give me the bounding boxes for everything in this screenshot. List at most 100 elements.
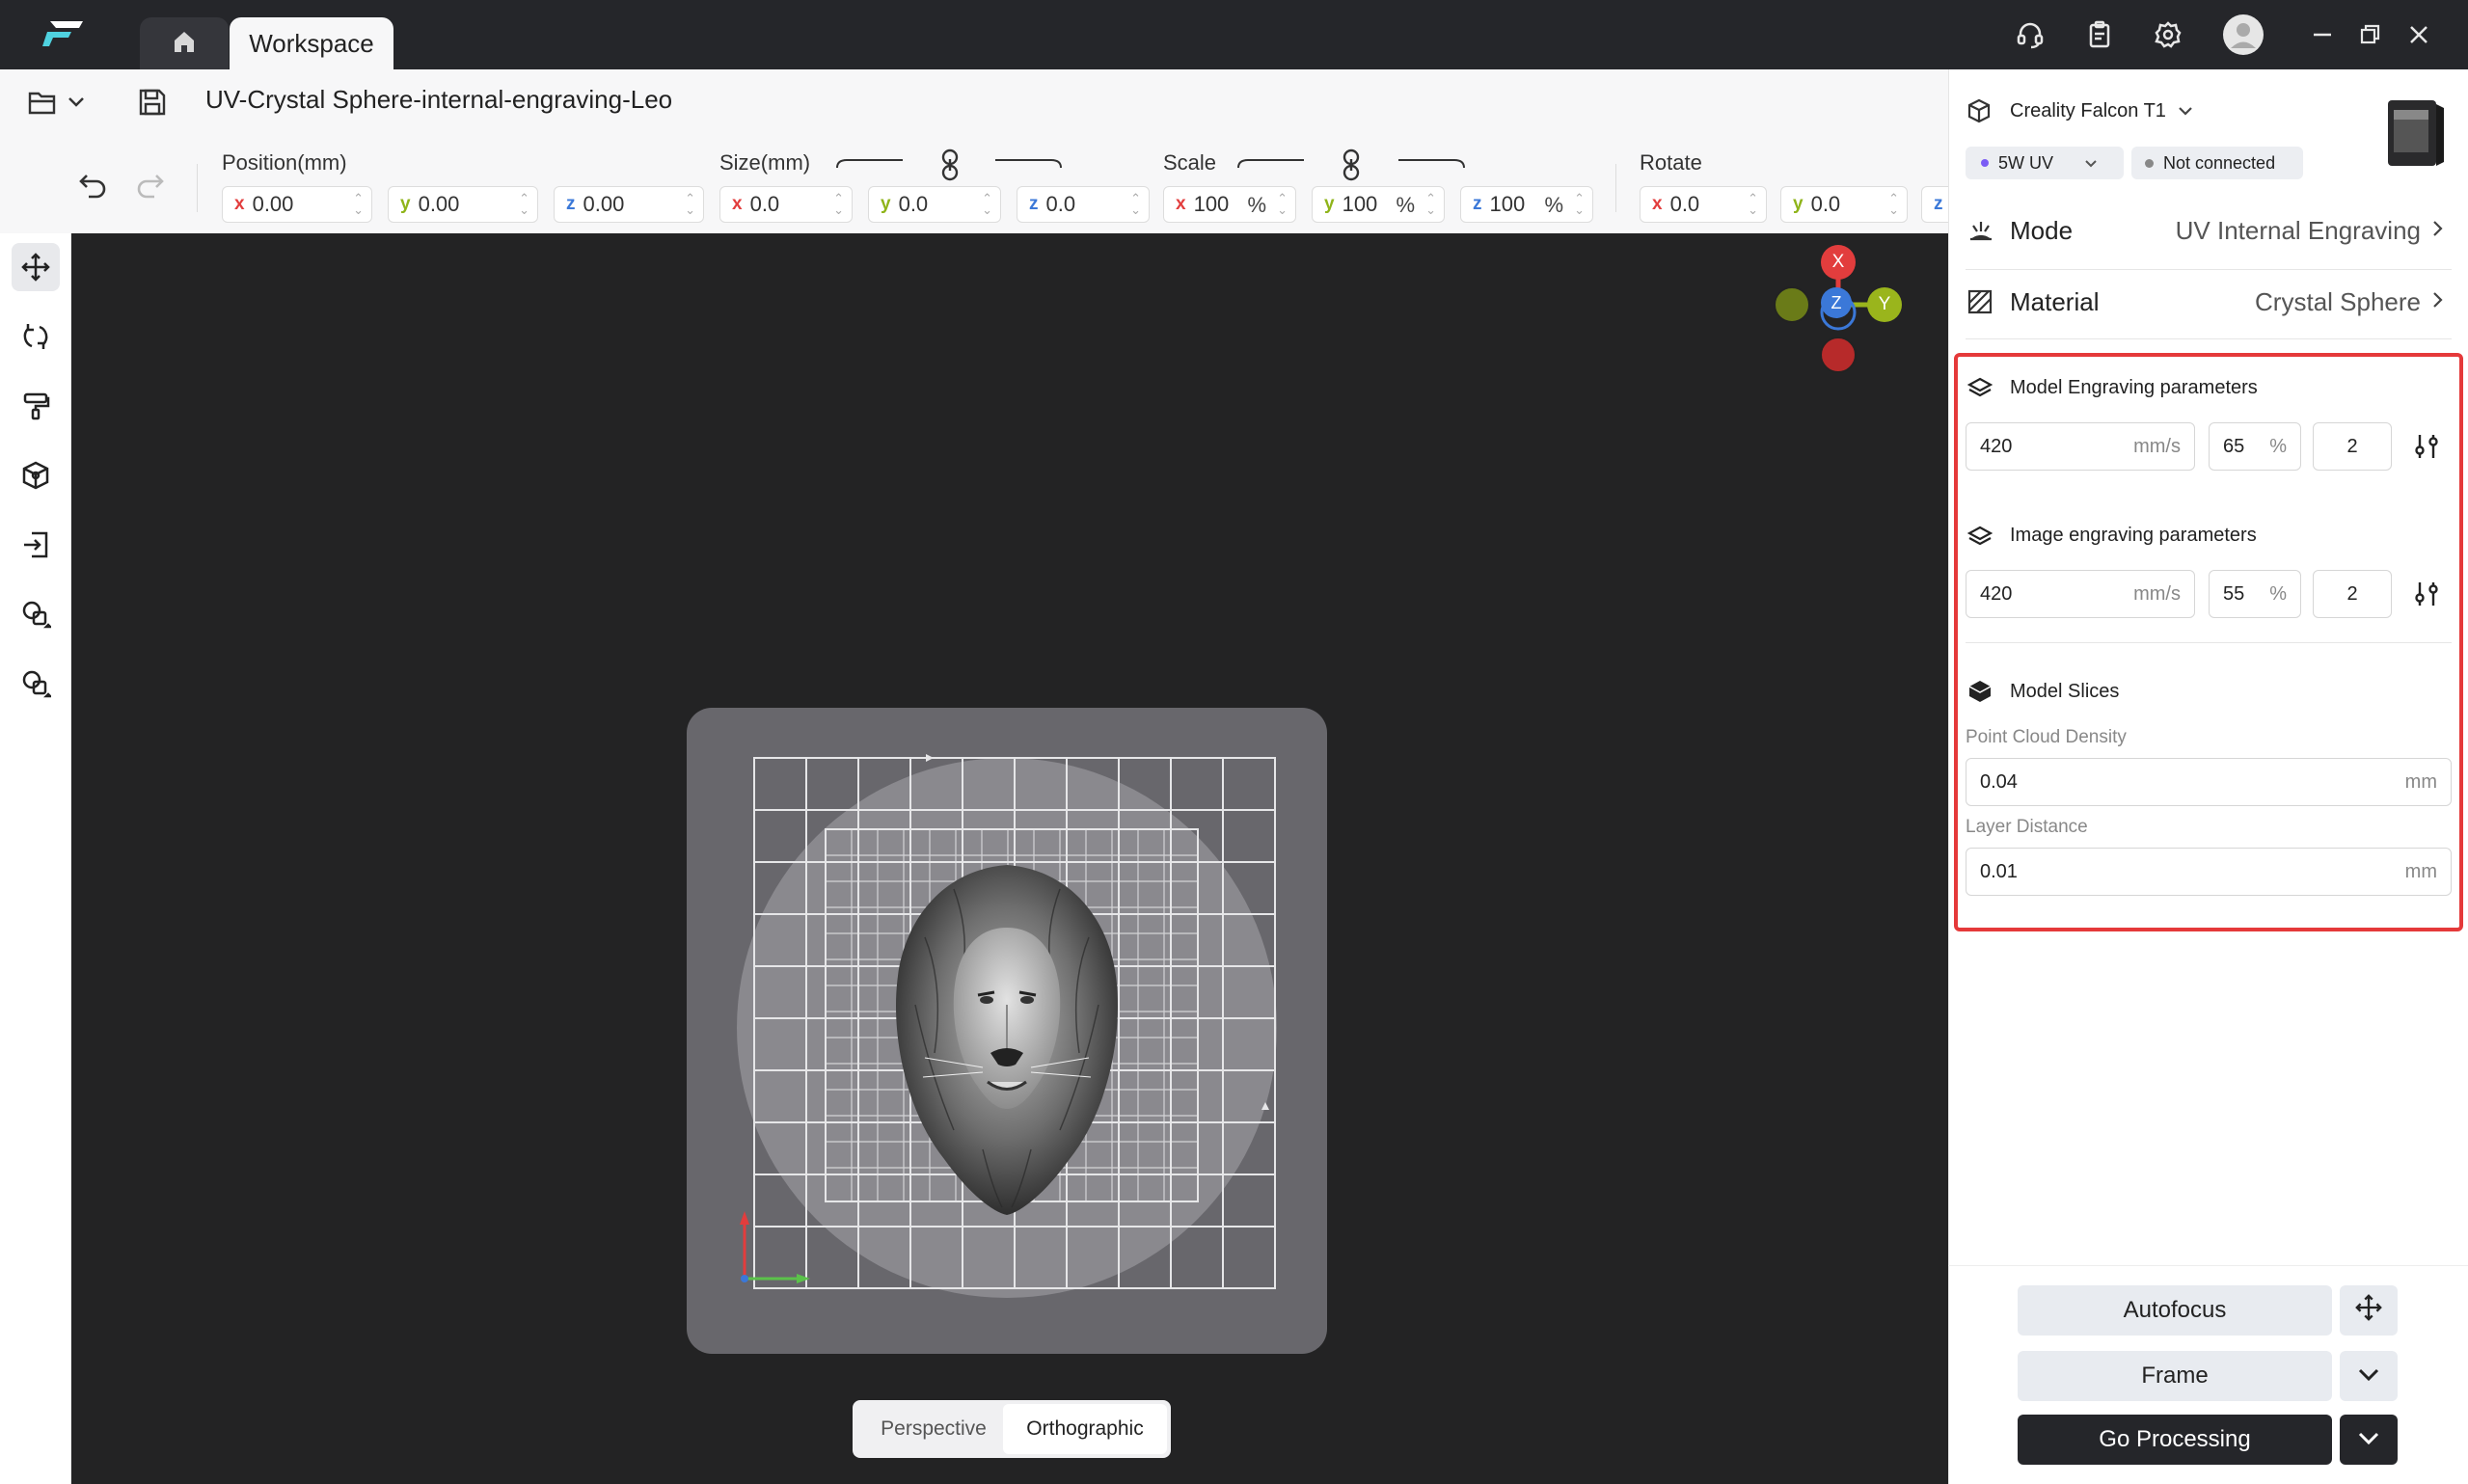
avatar-icon[interactable] (2223, 14, 2264, 55)
chevron-right-icon (2432, 220, 2444, 242)
stepper-icon[interactable]: ⌃ ⌄ (1277, 192, 1288, 216)
cube-tool-icon[interactable] (12, 451, 60, 499)
paint-tool-icon[interactable] (12, 382, 60, 430)
point-cloud-density-input[interactable]: 0.04 mm (1966, 758, 2452, 806)
gizmo-z-axis[interactable]: Z (1821, 287, 1852, 318)
gear-icon[interactable] (2149, 15, 2187, 54)
stepper-icon[interactable]: ⌃ ⌄ (833, 192, 844, 216)
gizmo-y-axis[interactable]: Y (1867, 287, 1902, 322)
image-speed-input[interactable]: 420 mm/s (1966, 570, 2195, 618)
size-z-input[interactable]: z 0.0 ⌃ ⌄ (1017, 186, 1150, 223)
layer-distance-input[interactable]: 0.01 mm (1966, 848, 2452, 896)
rotate-y-input[interactable]: y 0.0 ⌃ ⌄ (1780, 186, 1908, 223)
chevron-right-icon (2432, 291, 2444, 313)
clipboard-icon[interactable] (2080, 15, 2119, 54)
stepper-icon[interactable]: ⌃ ⌄ (982, 192, 992, 216)
axis-z-label: z (1473, 194, 1482, 214)
stepper-icon[interactable]: ⌃ ⌄ (353, 192, 364, 216)
model-passes-input[interactable]: 2 (2313, 422, 2392, 471)
material-label: Material (2010, 287, 2100, 316)
save-icon[interactable] (137, 87, 172, 121)
size-link-bracket-right (995, 154, 1063, 174)
go-processing-button[interactable]: Go Processing (2018, 1415, 2332, 1465)
material-value: Crystal Sphere (2255, 287, 2421, 316)
redo-icon[interactable] (135, 170, 170, 204)
position-y-input[interactable]: y 0.00 ⌃ ⌄ (388, 186, 538, 223)
mode-value: UV Internal Engraving (2175, 216, 2421, 245)
lion-model[interactable] (886, 860, 1127, 1217)
slices-icon (1967, 679, 1994, 706)
stepper-icon[interactable]: ⌃ ⌄ (1888, 192, 1899, 216)
connection-status-badge: Not connected (2131, 147, 2303, 179)
perspective-view-button[interactable]: Perspective (856, 1404, 1011, 1454)
axis-y-label: y (1793, 194, 1804, 214)
stepper-icon[interactable]: ⌃ ⌄ (1130, 192, 1141, 216)
left-toolbar (0, 233, 71, 1484)
scale-x-input[interactable]: x 100% ⌃ ⌄ (1163, 186, 1296, 223)
autofocus-button[interactable]: Autofocus (2018, 1285, 2332, 1336)
image-passes-input[interactable]: 2 (2313, 570, 2392, 618)
lock-ratio-icon[interactable] (937, 148, 963, 181)
move-head-button[interactable] (2340, 1285, 2398, 1336)
undo-icon[interactable] (77, 170, 112, 204)
rotate-x-input[interactable]: x 0.0 ⌃ ⌄ (1640, 186, 1767, 223)
scale-z-input[interactable]: z 100% ⌃ ⌄ (1460, 186, 1593, 223)
stepper-icon[interactable]: ⌃ ⌄ (1748, 192, 1758, 216)
tab-workspace[interactable]: Workspace (230, 17, 393, 69)
device-selector[interactable]: Creality Falcon T1 (2010, 100, 2193, 122)
status-dot-icon (2145, 158, 2154, 168)
shapes-tool-icon[interactable] (12, 590, 60, 638)
move-tool-icon[interactable] (12, 243, 60, 291)
device-cube-icon (1967, 98, 1993, 125)
sliders-icon[interactable] (2413, 432, 2442, 461)
orthographic-view-button[interactable]: Orthographic (1003, 1404, 1167, 1454)
open-file-menu[interactable] (27, 87, 95, 121)
toolbar-divider (1615, 164, 1616, 212)
frame-button[interactable]: Frame (2018, 1351, 2332, 1401)
axis-z-label: z (1029, 194, 1039, 214)
frame-options-button[interactable] (2340, 1351, 2398, 1401)
import-tool-icon[interactable] (12, 521, 60, 569)
model-speed-input[interactable]: 420 mm/s (1966, 422, 2195, 471)
stepper-icon[interactable]: ⌃ ⌄ (685, 192, 695, 216)
stepper-icon[interactable]: ⌃ ⌄ (519, 192, 529, 216)
material-icon (1967, 289, 1994, 316)
shapes-alt-tool-icon[interactable] (12, 660, 60, 708)
file-name: UV-Crystal Sphere-internal-engraving-Leo (205, 85, 673, 114)
laser-beam-icon (1967, 218, 1994, 245)
close-icon[interactable] (2400, 15, 2438, 54)
position-x-input[interactable]: x 0.00 ⌃ ⌄ (222, 186, 372, 223)
lock-scale-icon[interactable] (1339, 148, 1364, 181)
rotate-label: Rotate (1640, 150, 1702, 175)
rotate-tool-icon[interactable] (12, 312, 60, 361)
model-slices-title: Model Slices (2010, 681, 2120, 702)
rotate-z-input[interactable]: z (1921, 186, 1948, 223)
sliders-icon[interactable] (2413, 580, 2442, 608)
stepper-icon[interactable]: ⌃ ⌄ (1574, 192, 1585, 216)
headset-icon[interactable] (2011, 15, 2049, 54)
tab-home[interactable] (140, 17, 229, 69)
home-icon (172, 29, 197, 59)
axis-y-label: y (1324, 194, 1335, 214)
model-power-input[interactable]: 65% (2209, 422, 2301, 471)
model-engraving-title: Model Engraving parameters (2010, 377, 2258, 398)
image-engraving-title: Image engraving parameters (2010, 525, 2257, 546)
stepper-icon[interactable]: ⌃ ⌄ (1425, 192, 1436, 216)
toolbar-divider (197, 164, 198, 212)
creality-logo-icon[interactable] (42, 19, 85, 48)
laser-module-select[interactable]: 5W UV (1966, 147, 2124, 179)
size-x-input[interactable]: x 0.0 ⌃ ⌄ (719, 186, 853, 223)
3d-viewport[interactable]: X Y Z Perspective Orthographic (71, 233, 1948, 1484)
chevron-down-icon (2178, 100, 2193, 122)
size-y-input[interactable]: y 0.0 ⌃ ⌄ (868, 186, 1001, 223)
axis-x-label: x (1176, 194, 1186, 214)
move-icon (2354, 1293, 2383, 1329)
action-divider (1948, 1265, 2468, 1266)
scale-y-input[interactable]: y 100% ⌃ ⌄ (1312, 186, 1445, 223)
gizmo-x-axis[interactable]: X (1821, 245, 1856, 280)
position-z-input[interactable]: z 0.00 ⌃ ⌄ (554, 186, 704, 223)
processing-options-button[interactable] (2340, 1415, 2398, 1465)
minimize-icon[interactable] (2303, 15, 2342, 54)
image-power-input[interactable]: 55% (2209, 570, 2301, 618)
restore-icon[interactable] (2351, 15, 2390, 54)
